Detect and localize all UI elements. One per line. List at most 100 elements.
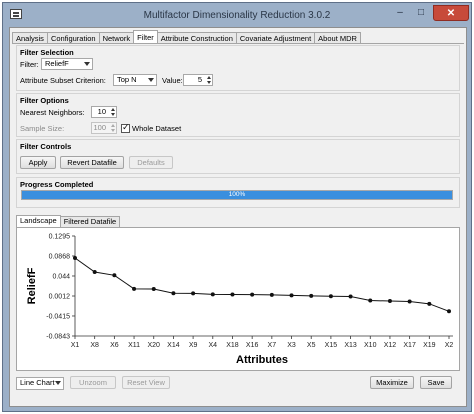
data-point	[230, 292, 235, 297]
value-spinner[interactable]: 5	[183, 74, 213, 86]
chevron-down-icon	[55, 381, 61, 385]
spin-down-icon[interactable]	[111, 129, 115, 132]
reset-view-button[interactable]: Reset View	[122, 376, 170, 389]
x-tick-label: X11	[128, 342, 140, 349]
criterion-select-value: Top N	[117, 75, 137, 84]
x-tick-label: X2	[445, 342, 454, 349]
x-tick-label: X18	[226, 342, 239, 349]
filter-options-title: Filter Options	[20, 96, 69, 105]
data-point	[210, 292, 215, 297]
data-point	[368, 298, 373, 303]
revert-datafile-button[interactable]: Revert Datafile	[60, 156, 124, 169]
close-window-button[interactable]: ✕	[433, 5, 469, 21]
data-point	[447, 309, 451, 314]
landscape-chart-panel[interactable]: 0.1295 0.0868 0.044 0.0012 -0.0415 -0.0843 X1 X…	[16, 227, 460, 371]
data-point	[250, 292, 255, 297]
progress-bar: 100%	[21, 190, 453, 200]
relieff-line-chart[interactable]: 0.1295 0.0868 0.044 0.0012 -0.0415 -0.0843X1 X…	[17, 228, 459, 370]
data-point	[289, 293, 294, 298]
x-tick-label: X5	[307, 342, 316, 349]
chevron-down-icon	[84, 62, 90, 66]
data-point	[387, 299, 392, 304]
x-tick-label: X3	[287, 342, 296, 349]
data-point	[191, 291, 196, 296]
nearest-neighbors-spinner[interactable]: 10	[91, 106, 117, 118]
filter-controls-title: Filter Controls	[20, 142, 72, 151]
title-bar[interactable]: Multifactor Dimensionality Reduction 3.0…	[3, 3, 471, 27]
x-tick-label: X8	[90, 342, 99, 349]
spin-up-icon[interactable]	[111, 124, 115, 127]
tab-landscape[interactable]: Landscape	[16, 215, 61, 227]
data-point	[73, 255, 77, 260]
result-tabs: Landscape Filtered Datafile	[16, 215, 121, 227]
data-point	[407, 299, 412, 304]
chevron-down-icon	[148, 78, 154, 82]
x-tick-label: X20	[148, 342, 161, 349]
main-panel: Analysis Configuration Network Filter At…	[9, 27, 467, 407]
sample-size-spinner[interactable]: 100	[91, 122, 117, 134]
sample-size-value: 100	[93, 123, 106, 132]
tab-filtered-datafile[interactable]: Filtered Datafile	[59, 216, 121, 227]
x-axis-title: Attributes	[236, 354, 288, 366]
filter-label: Filter:	[20, 60, 39, 69]
maximize-chart-button[interactable]: Maximize	[370, 376, 414, 389]
criterion-label: Attribute Subset Criterion:	[20, 76, 106, 85]
x-tick-label: X1	[71, 342, 80, 349]
filter-select-value: ReliefF	[45, 59, 69, 68]
filter-options-group: Filter Options Nearest Neighbors: 10 Sam…	[16, 93, 460, 137]
data-point	[309, 293, 314, 298]
criterion-select[interactable]: Top N	[113, 74, 157, 86]
data-point	[348, 294, 353, 299]
value-spinner-value: 5	[197, 75, 202, 84]
spin-down-icon[interactable]	[111, 113, 115, 116]
data-point	[112, 273, 117, 278]
y-axis-title: ReliefF	[26, 267, 38, 304]
spin-up-icon[interactable]	[111, 108, 115, 111]
x-tick-label: X10	[364, 342, 377, 349]
progress-title: Progress Completed	[20, 180, 94, 189]
y-tick-label: -0.0415	[46, 313, 70, 320]
save-button[interactable]: Save	[420, 376, 452, 389]
whole-dataset-checkbox[interactable]	[121, 122, 130, 133]
x-tick-label: X14	[167, 342, 180, 349]
tabs-divider	[12, 43, 464, 44]
y-tick-label: 0.0012	[49, 294, 71, 301]
sample-size-label: Sample Size:	[20, 124, 65, 133]
spin-up-icon[interactable]	[207, 76, 211, 79]
x-tick-label: X12	[384, 342, 397, 349]
x-tick-label: X19	[423, 342, 436, 349]
x-tick-label: X4	[209, 342, 218, 349]
main-tabs: Analysis Configuration Network Filter At…	[12, 30, 361, 44]
x-tick-label: X16	[246, 342, 259, 349]
tab-filter[interactable]: Filter	[133, 30, 158, 44]
defaults-button[interactable]: Defaults	[129, 156, 173, 169]
progress-group: Progress Completed 100%	[16, 177, 460, 208]
x-tick-label: X13	[344, 342, 357, 349]
filter-controls-group: Filter Controls Apply Revert Datafile De…	[16, 139, 460, 174]
y-tick-label: 0.0868	[49, 253, 71, 260]
x-tick-label: X7	[268, 342, 277, 349]
spin-down-icon[interactable]	[207, 81, 211, 84]
maximize-window-button[interactable]: □	[411, 5, 431, 21]
chart-type-value: Line Chart	[20, 378, 55, 387]
unzoom-button[interactable]: Unzoom	[70, 376, 116, 389]
data-point	[151, 286, 156, 291]
nearest-neighbors-label: Nearest Neighbors:	[20, 108, 85, 117]
y-tick-label: -0.0843	[46, 334, 70, 341]
minimize-button[interactable]: –	[390, 5, 410, 21]
value-label: Value:	[162, 76, 183, 85]
x-tick-label: X15	[325, 342, 338, 349]
whole-dataset-label: Whole Dataset	[132, 124, 182, 133]
chart-type-select[interactable]: Line Chart	[16, 377, 64, 390]
progress-percent: 100%	[228, 191, 246, 198]
data-point	[328, 294, 333, 299]
x-tick-label: X9	[189, 342, 198, 349]
filter-select[interactable]: ReliefF	[41, 58, 93, 70]
nearest-neighbors-value: 10	[97, 107, 106, 116]
apply-button[interactable]: Apply	[20, 156, 56, 169]
y-tick-label: 0.1295	[49, 234, 71, 241]
data-point	[92, 270, 97, 275]
data-point	[427, 301, 432, 306]
filter-selection-title: Filter Selection	[20, 48, 74, 57]
series-line	[74, 257, 450, 312]
